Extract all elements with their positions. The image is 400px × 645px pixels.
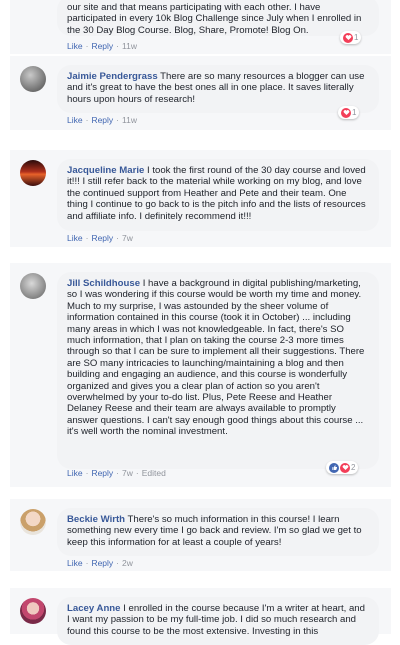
love-reaction-icon [340, 462, 350, 473]
like-reaction-icon [329, 462, 339, 473]
comment-card: Lacey Anne I enrolled in the course beca… [10, 588, 391, 645]
avatar[interactable] [20, 273, 46, 299]
comment-time[interactable]: 7w [122, 233, 133, 243]
comment-text: our site and that means participating wi… [67, 2, 362, 36]
comment-card: Beckie Wirth There's so much information… [10, 499, 391, 571]
commenter-name[interactable]: Beckie Wirth [67, 514, 125, 525]
like-link[interactable]: Like [67, 41, 83, 51]
love-reaction-icon [341, 107, 351, 118]
comment-time[interactable]: 7w [122, 468, 133, 478]
comment-actions: Like · Reply · 7w · Edited [67, 468, 166, 478]
comment-actions: Like · Reply · 11w [67, 41, 137, 51]
reaction-badge[interactable]: 2 [326, 461, 359, 474]
like-link[interactable]: Like [67, 468, 83, 478]
like-link[interactable]: Like [67, 558, 83, 568]
comment-bubble: Jacqueline Marie I took the first round … [57, 159, 379, 231]
reply-link[interactable]: Reply [91, 558, 113, 568]
avatar[interactable] [20, 66, 46, 92]
comment-card: our site and that means participating wi… [10, 0, 391, 54]
comment-time[interactable]: 2w [122, 558, 133, 568]
comment-bubble: Beckie Wirth There's so much information… [57, 508, 379, 556]
like-link[interactable]: Like [67, 115, 83, 125]
reaction-badge[interactable]: 1 [340, 31, 362, 44]
avatar[interactable] [20, 160, 46, 186]
comment-actions: Like · Reply · 2w [67, 558, 133, 568]
like-link[interactable]: Like [67, 233, 83, 243]
reply-link[interactable]: Reply [91, 115, 113, 125]
comment-time[interactable]: 11w [122, 115, 137, 125]
love-reaction-icon [343, 32, 353, 43]
comment-bubble: Lacey Anne I enrolled in the course beca… [57, 597, 379, 645]
avatar[interactable] [20, 509, 46, 535]
avatar[interactable] [20, 598, 46, 624]
comment-text: I have a background in digital publishin… [67, 278, 365, 438]
commenter-name[interactable]: Jacqueline Marie [67, 165, 144, 176]
reply-link[interactable]: Reply [91, 468, 113, 478]
comment-actions: Like · Reply · 7w [67, 233, 133, 243]
comment-card: Jaimie Pendergrass There are so many res… [10, 56, 391, 130]
comment-actions: Like · Reply · 11w [67, 115, 137, 125]
comment-time[interactable]: 11w [122, 41, 137, 51]
reply-link[interactable]: Reply [91, 41, 113, 51]
reply-link[interactable]: Reply [91, 233, 113, 243]
edited-label: Edited [141, 468, 166, 478]
comment-card: Jill Schildhouse I have a background in … [10, 263, 391, 487]
reaction-badge[interactable]: 1 [338, 106, 360, 119]
commenter-name[interactable]: Jill Schildhouse [67, 278, 140, 289]
comment-bubble: Jaimie Pendergrass There are so many res… [57, 65, 379, 113]
reaction-count: 1 [354, 33, 359, 42]
comment-bubble: Jill Schildhouse I have a background in … [57, 272, 379, 469]
commenter-name[interactable]: Jaimie Pendergrass [67, 71, 158, 82]
reaction-count: 1 [352, 108, 357, 117]
comment-bubble: our site and that means participating wi… [57, 0, 379, 36]
reaction-count: 2 [351, 463, 356, 472]
commenter-name[interactable]: Lacey Anne [67, 603, 121, 614]
comment-card: Jacqueline Marie I took the first round … [10, 150, 391, 247]
